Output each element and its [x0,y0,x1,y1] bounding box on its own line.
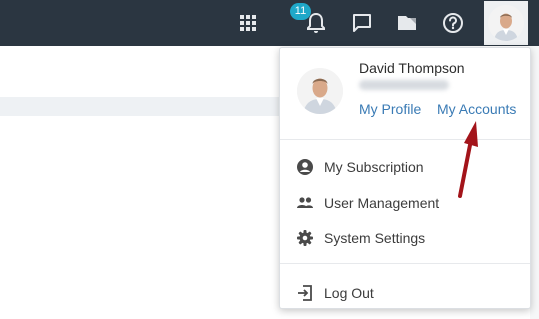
menu-item-label: System Settings [324,230,426,246]
apps-grid-icon[interactable] [231,6,265,40]
gear-icon [296,229,314,247]
account-circle-icon [296,158,314,176]
log-out-button[interactable]: Log Out [280,277,530,309]
my-profile-link[interactable]: My Profile [359,101,421,117]
help-icon[interactable] [436,6,470,40]
menu-item-label: User Management [324,195,440,211]
people-icon [296,194,314,212]
menu-item-user-management[interactable]: User Management [280,187,530,219]
top-navigation-bar: 11 [0,0,539,46]
notification-count-badge: 11 [290,3,311,20]
side-panel-edge [530,46,539,319]
chat-icon[interactable] [345,6,379,40]
menu-item-system-settings[interactable]: System Settings [280,222,530,254]
menu-divider [280,263,530,264]
user-name: David Thompson [359,60,465,76]
avatar [297,68,343,114]
avatar [488,5,524,41]
folder-icon[interactable] [390,6,424,40]
log-out-label: Log Out [324,285,374,301]
my-accounts-link[interactable]: My Accounts [437,101,516,117]
menu-item-label: My Subscription [324,159,424,175]
user-avatar-button[interactable] [484,1,528,45]
user-email-redacted [359,80,449,90]
menu-divider [280,139,530,140]
logout-icon [296,284,314,302]
user-menu-dropdown: David Thompson My Profile My Accounts My… [279,47,531,309]
menu-item-my-subscription[interactable]: My Subscription [280,151,530,183]
